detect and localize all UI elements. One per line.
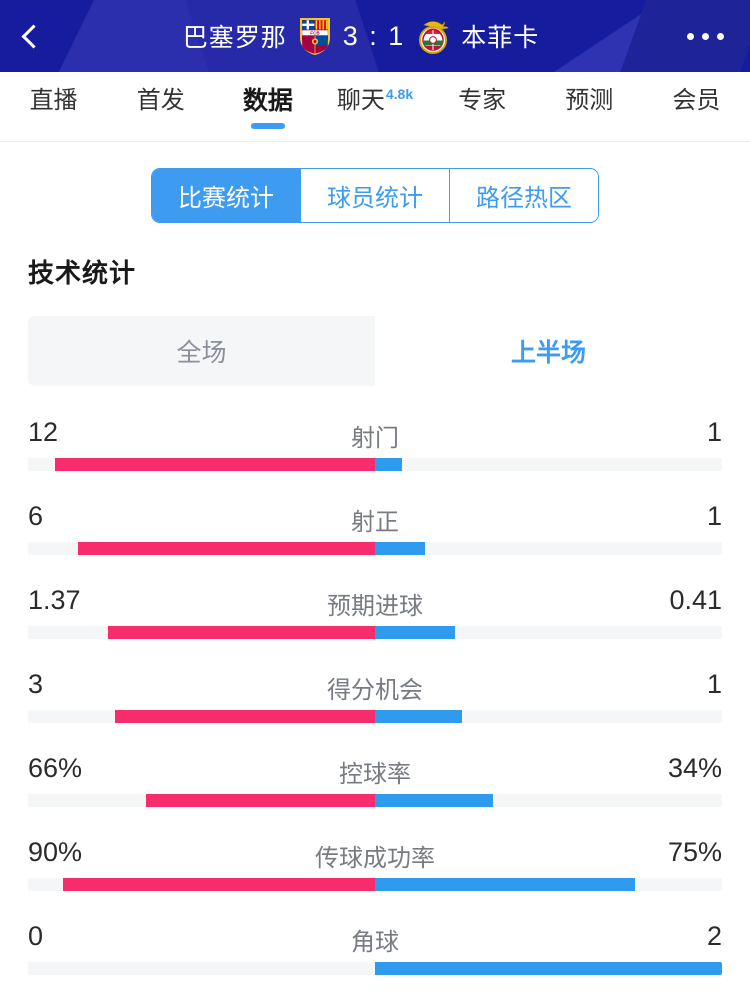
- stat-bar-home: [62, 878, 375, 891]
- tab-prediction-label: 预测: [565, 87, 614, 114]
- period-fulltime[interactable]: 全场: [28, 316, 375, 386]
- segment-player-stats[interactable]: 球员统计: [300, 169, 449, 222]
- stat-away-value: 1: [706, 668, 722, 699]
- period-firsthalf[interactable]: 上半场: [375, 316, 722, 386]
- stats-view-switcher: 比赛统计 球员统计 路径热区: [151, 168, 599, 223]
- stat-bar-away: [375, 710, 462, 723]
- stat-row-header: 12 射门 1: [28, 406, 722, 458]
- main-nav-tabs: 直播 首发 数据 聊天4.8k 专家 预测 会员: [0, 72, 750, 142]
- stat-away-value: 0.41: [669, 584, 722, 615]
- stat-home-value: 66%: [28, 752, 83, 783]
- svg-text:FCB: FCB: [310, 31, 320, 36]
- segment-match-stats[interactable]: 比赛统计: [152, 169, 300, 222]
- stat-row: 3 得分机会 1: [0, 658, 750, 742]
- match-stats-screen: 巴塞罗那 FCB 3 : 1 本菲卡 直播 首发 数据 聊天4.8k 专家 预测…: [0, 0, 750, 1001]
- segment-heatmap[interactable]: 路径热区: [449, 169, 598, 222]
- score-label: 3 : 1: [342, 20, 406, 51]
- stat-row: 66% 控球率 34%: [0, 742, 750, 826]
- stats-list: 12 射门 1 6 射正 1 1.37 预期进球 0.41 3 得分机会 1 66% 控球率 34% 90% 传…: [0, 406, 750, 994]
- tab-data-label: 数据: [242, 87, 293, 115]
- stat-bar-track: [28, 542, 722, 555]
- stat-home-value: 90%: [28, 836, 83, 867]
- stat-row-header: 6 射正 1: [28, 490, 722, 542]
- stat-away-value: 75%: [667, 836, 722, 867]
- stat-label: 得分机会: [327, 677, 423, 704]
- stat-bar-track: [28, 710, 722, 723]
- stat-away-value: 1: [706, 416, 722, 447]
- stat-bar-track: [28, 962, 722, 975]
- stat-bar-track: [28, 878, 722, 891]
- stat-row-header: 90% 传球成功率 75%: [28, 826, 722, 878]
- stat-label: 射门: [351, 425, 399, 452]
- stat-bar-away: [375, 878, 636, 891]
- stat-label: 角球: [351, 929, 399, 956]
- stat-row: 0 角球 2: [0, 910, 750, 994]
- back-button[interactable]: [0, 0, 62, 72]
- stat-home-value: 1.37: [28, 584, 81, 615]
- more-horizontal-icon: [686, 32, 694, 40]
- stat-row: 1.37 预期进球 0.41: [0, 574, 750, 658]
- stat-row-header: 1.37 预期进球 0.41: [28, 574, 722, 626]
- tab-lineup-label: 首发: [136, 87, 185, 114]
- stat-row: 90% 传球成功率 75%: [0, 826, 750, 910]
- stat-bar-away: [375, 458, 402, 471]
- sl-benfica-crest-icon: [416, 17, 450, 55]
- chevron-left-icon: [21, 23, 46, 49]
- tab-live[interactable]: 直播: [0, 72, 107, 142]
- stat-row-header: 66% 控球率 34%: [28, 742, 722, 794]
- stat-home-value: 6: [28, 500, 44, 531]
- stats-view-switcher-wrap: 比赛统计 球员统计 路径热区: [0, 168, 750, 223]
- app-header: 巴塞罗那 FCB 3 : 1 本菲卡: [0, 0, 750, 72]
- away-team-name: 本菲卡: [461, 24, 540, 52]
- tab-live-label: 直播: [29, 87, 78, 114]
- tab-membership[interactable]: 会员: [643, 72, 750, 142]
- tab-chat[interactable]: 聊天4.8k: [321, 72, 428, 142]
- chat-count-badge: 4.8k: [385, 86, 414, 102]
- tab-membership-label: 会员: [672, 87, 721, 114]
- stat-home-value: 3: [28, 668, 44, 699]
- stat-row: 12 射门 1: [0, 406, 750, 490]
- stat-label: 预期进球: [327, 593, 423, 620]
- more-options-button[interactable]: [660, 0, 750, 72]
- stat-bar-track: [28, 626, 722, 639]
- tab-experts-label: 专家: [458, 87, 507, 114]
- stat-label: 射正: [351, 509, 399, 536]
- stat-bar-away: [375, 794, 493, 807]
- stat-bar-track: [28, 794, 722, 807]
- more-horizontal-icon-dot2: [701, 32, 709, 40]
- tab-active-indicator: [250, 123, 285, 129]
- stat-away-value: 34%: [667, 752, 722, 783]
- stat-bar-home: [107, 626, 375, 639]
- tab-lineup[interactable]: 首发: [107, 72, 214, 142]
- stat-bar-away: [375, 962, 722, 975]
- home-team-name: 巴塞罗那: [182, 24, 287, 52]
- fc-barcelona-crest-icon: FCB: [298, 17, 332, 55]
- stat-bar-home: [77, 542, 375, 555]
- period-toggle: 全场 上半场: [28, 316, 722, 386]
- stat-row-header: 3 得分机会 1: [28, 658, 722, 710]
- stat-label: 传球成功率: [315, 845, 435, 872]
- tab-prediction[interactable]: 预测: [536, 72, 643, 142]
- tab-experts[interactable]: 专家: [429, 72, 536, 142]
- stat-bar-away: [375, 626, 455, 639]
- stat-row: 6 射正 1: [0, 490, 750, 574]
- stat-bar-home: [145, 794, 375, 807]
- more-horizontal-icon-dot3: [716, 32, 724, 40]
- stat-bar-away: [375, 542, 425, 555]
- stat-bar-track: [28, 458, 722, 471]
- stat-label: 控球率: [339, 761, 411, 788]
- tab-chat-label: 聊天4.8k: [337, 86, 413, 116]
- stat-home-value: 12: [28, 416, 59, 447]
- tab-data[interactable]: 数据: [214, 72, 321, 142]
- match-title: 巴塞罗那 FCB 3 : 1 本菲卡: [62, 17, 660, 55]
- stat-home-value: 0: [28, 920, 44, 951]
- stat-row-header: 0 角球 2: [28, 910, 722, 962]
- section-title: 技术统计: [28, 258, 137, 288]
- stat-away-value: 2: [706, 920, 722, 951]
- stat-bar-home: [114, 710, 375, 723]
- tab-chat-text: 聊天: [336, 87, 385, 114]
- stat-bar-home: [54, 458, 375, 471]
- stat-away-value: 1: [706, 500, 722, 531]
